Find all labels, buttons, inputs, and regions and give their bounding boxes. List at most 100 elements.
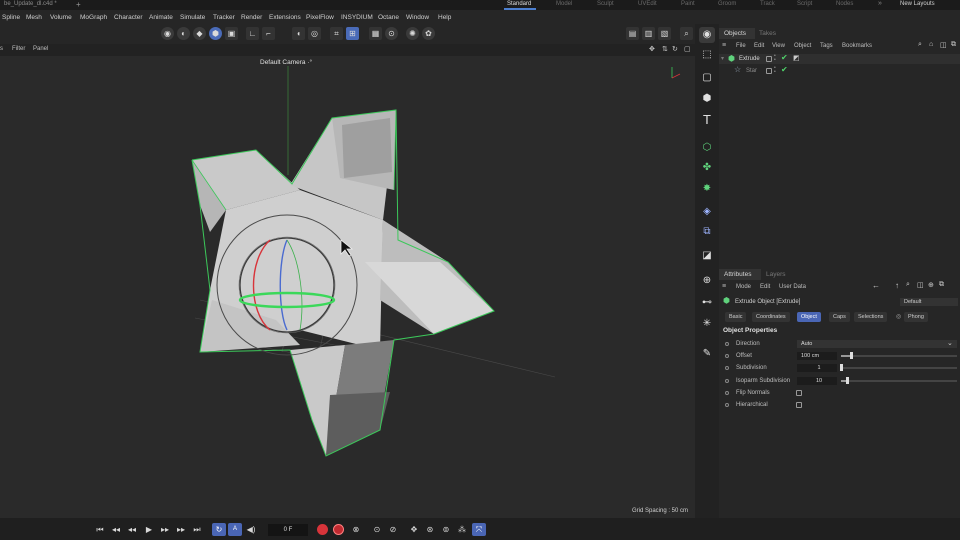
render-settings-icon[interactable]: ✺ bbox=[406, 27, 419, 40]
tab-selections[interactable]: Selections bbox=[854, 312, 888, 322]
light-icon[interactable]: ⊕ bbox=[699, 273, 715, 289]
motion-path-icon[interactable]: ⤧ bbox=[472, 523, 486, 536]
layout-tab-model[interactable]: Model bbox=[556, 1, 572, 7]
menu-help[interactable]: Help bbox=[438, 14, 451, 21]
menu-pixelflow[interactable]: PixelFlow bbox=[306, 14, 334, 21]
key-rotation-icon[interactable]: ⊘ bbox=[387, 525, 399, 534]
edge-mode-icon[interactable]: ◐ bbox=[177, 27, 190, 40]
layer-box-icon[interactable] bbox=[766, 56, 772, 62]
isoparm-slider-handle[interactable] bbox=[846, 377, 849, 384]
go-to-end-icon[interactable]: ⏭ bbox=[191, 525, 203, 535]
menu-window[interactable]: Window bbox=[406, 14, 429, 21]
layout-tab-sculpt[interactable]: Sculpt bbox=[597, 1, 614, 7]
menu-octane[interactable]: Octane bbox=[378, 14, 399, 21]
star-visibility-dots-icon[interactable]: • • bbox=[774, 66, 776, 75]
offset-slider[interactable] bbox=[841, 355, 957, 357]
record-icon[interactable] bbox=[317, 524, 328, 535]
workplane-snap-icon[interactable]: ⊞ bbox=[346, 27, 359, 40]
isoparm-field[interactable]: 10 bbox=[797, 377, 837, 385]
go-to-start-icon[interactable]: ⏮ bbox=[94, 525, 106, 535]
objects-menu-bookmarks[interactable]: Bookmarks bbox=[842, 43, 872, 49]
attributes-menu-icon[interactable]: ≡ bbox=[722, 283, 726, 290]
up-arrow-icon[interactable]: ↑ bbox=[895, 281, 899, 290]
attributes-menu-user-data[interactable]: User Data bbox=[779, 284, 806, 290]
text-tool-icon[interactable]: T bbox=[699, 112, 715, 128]
camera-label[interactable]: Default Camera ·° bbox=[260, 59, 312, 66]
key-scale-icon[interactable]: ✥ bbox=[408, 525, 420, 534]
flip-normals-checkbox[interactable] bbox=[796, 390, 802, 396]
model-mode-icon[interactable]: ⬢ bbox=[209, 27, 222, 40]
menu-insydium[interactable]: INSYDIUM bbox=[341, 14, 373, 21]
back-arrow-icon[interactable]: ← bbox=[872, 281, 880, 290]
subdivision-slider-handle[interactable] bbox=[840, 364, 843, 371]
enabled-check-icon[interactable]: ✔ bbox=[781, 53, 788, 62]
attributes-new-icon[interactable]: ⊕ bbox=[928, 281, 934, 289]
viewport-menu-panel[interactable]: Panel bbox=[33, 46, 48, 52]
menu-render[interactable]: Render bbox=[241, 14, 262, 21]
tab-objects[interactable]: Objects bbox=[724, 30, 746, 37]
menu-tracker[interactable]: Tracker bbox=[213, 14, 235, 21]
search-icon[interactable]: ⌕ bbox=[918, 41, 922, 49]
point-mode-icon[interactable]: ◉ bbox=[161, 27, 174, 40]
hierarchical-anim-dot[interactable] bbox=[725, 403, 729, 407]
viewport-rotate-icon[interactable]: ↻ bbox=[672, 45, 678, 53]
offset-slider-handle[interactable] bbox=[850, 352, 853, 359]
camera-icon[interactable]: ◪ bbox=[699, 248, 715, 264]
3d-viewport[interactable] bbox=[0, 56, 695, 518]
objects-menu-file[interactable]: File bbox=[736, 43, 746, 49]
attributes-lock-icon[interactable]: ◫ bbox=[917, 281, 924, 289]
menu-spline[interactable]: Spline bbox=[2, 14, 20, 21]
star-layer-box-icon[interactable] bbox=[766, 68, 772, 74]
axis-mode-icon[interactable]: ∟ bbox=[246, 27, 259, 40]
paint-tool-icon[interactable]: ✎ bbox=[699, 346, 715, 362]
layout-tab-standard[interactable]: Standard bbox=[507, 1, 531, 7]
render-edit-icon[interactable]: ▧ bbox=[658, 27, 671, 40]
cube-icon[interactable]: ⬢ bbox=[699, 91, 715, 107]
loop-icon[interactable]: ↻ bbox=[212, 523, 226, 536]
key-pla-icon[interactable]: ⊚ bbox=[440, 525, 452, 534]
polygon-mode-icon[interactable]: ◆ bbox=[193, 27, 206, 40]
sparkle-icon[interactable]: ✳ bbox=[699, 316, 715, 332]
star-enabled-check-icon[interactable]: ✔ bbox=[781, 65, 788, 74]
viewport-maximize-icon[interactable]: ▢ bbox=[684, 45, 691, 53]
new-document-plus-icon[interactable]: + bbox=[76, 0, 81, 9]
tab-phong[interactable]: Phong bbox=[904, 312, 928, 322]
expand-arrow-icon[interactable]: ▾ bbox=[721, 55, 724, 62]
snap-axis-icon[interactable]: ⌐ bbox=[262, 27, 275, 40]
panel-more-icon[interactable]: ⧉ bbox=[951, 41, 956, 49]
layout-tab-script[interactable]: Script bbox=[797, 1, 812, 7]
preset-dropdown[interactable]: Default bbox=[900, 298, 958, 306]
tag-icon[interactable]: ⊷ bbox=[699, 295, 715, 311]
attributes-menu-edit[interactable]: Edit bbox=[760, 284, 770, 290]
subdivision-slider[interactable] bbox=[841, 367, 957, 369]
search-commands-icon[interactable]: ⌕ bbox=[680, 27, 693, 40]
flip-normals-anim-dot[interactable] bbox=[725, 391, 729, 395]
objects-menu-icon[interactable]: ≡ bbox=[722, 42, 726, 49]
render-view-icon[interactable]: ▤ bbox=[626, 27, 639, 40]
objects-menu-tags[interactable]: Tags bbox=[820, 43, 833, 49]
hierarchical-checkbox[interactable] bbox=[796, 402, 802, 408]
lock-icon[interactable]: ◫ bbox=[940, 41, 947, 49]
direction-dropdown[interactable]: Auto bbox=[797, 340, 957, 348]
isoparm-slider[interactable] bbox=[841, 380, 957, 382]
menu-simulate[interactable]: Simulate bbox=[180, 14, 205, 21]
subdivision-anim-dot[interactable] bbox=[725, 366, 729, 370]
magnet-icon[interactable]: ◖ bbox=[292, 27, 305, 40]
layout-tab-uvedit[interactable]: UVEdit bbox=[638, 1, 657, 7]
next-key-icon[interactable]: ▸▸ bbox=[175, 525, 187, 534]
auto-key-icon[interactable] bbox=[333, 524, 344, 535]
viewport-move-icon[interactable]: ✥ bbox=[649, 45, 655, 53]
previous-key-icon[interactable]: ◂◂ bbox=[110, 525, 122, 534]
grid-icon[interactable]: ▦ bbox=[369, 27, 382, 40]
home-icon[interactable]: ⌂ bbox=[929, 41, 933, 48]
attributes-menu-mode[interactable]: Mode bbox=[736, 284, 751, 290]
scene-icon[interactable]: ⧉ bbox=[699, 224, 715, 240]
render-region-icon[interactable]: ⊙ bbox=[385, 27, 398, 40]
direction-chevron-down-icon[interactable]: ⌄ bbox=[947, 339, 953, 347]
key-position-icon[interactable]: ⊙ bbox=[371, 525, 383, 534]
layout-tab-paint[interactable]: Paint bbox=[681, 1, 695, 7]
object-name-star[interactable]: Star bbox=[746, 68, 757, 74]
tab-attributes[interactable]: Attributes bbox=[724, 271, 751, 278]
menu-mograph[interactable]: MoGraph bbox=[80, 14, 107, 21]
current-frame-field[interactable]: 0 F bbox=[268, 524, 308, 536]
